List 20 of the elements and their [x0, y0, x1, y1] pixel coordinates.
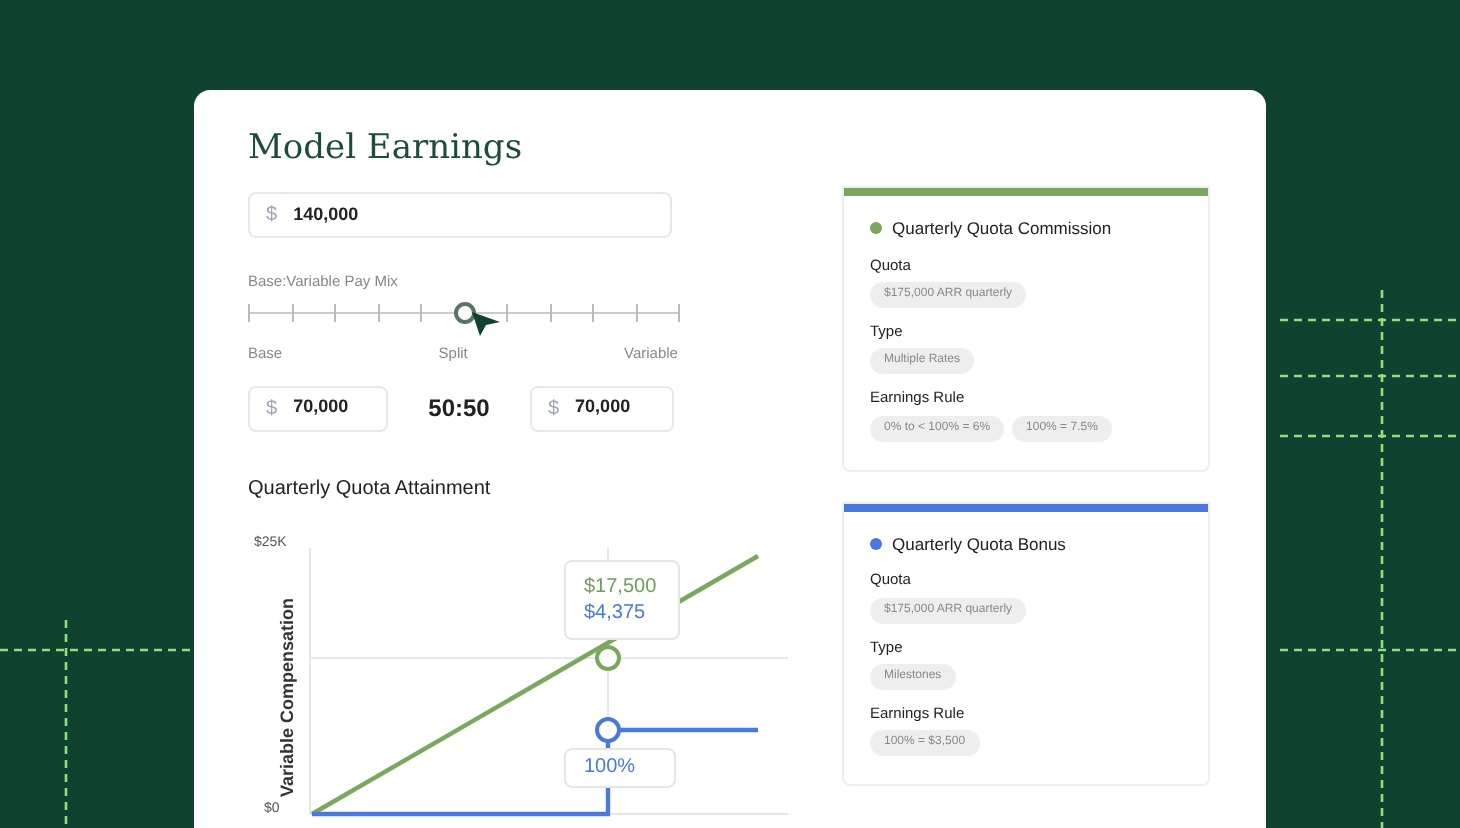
amount-value: 70,000 [293, 394, 349, 421]
y-axis-label: Variable Compensation [274, 594, 299, 801]
amount-value: 140,000 [293, 201, 359, 228]
currency-symbol: $ [547, 395, 560, 423]
tooltip-value: $4,375 [584, 599, 648, 625]
attainment-value: 100% [584, 754, 636, 782]
currency-symbol: $ [266, 395, 278, 423]
cursor-icon [469, 310, 501, 339]
plan-title: Quarterly Quota Commission [892, 216, 1112, 242]
amount-value: 70,000 [575, 394, 631, 421]
plan-title: Quarterly Quota Bonus [892, 531, 1066, 557]
amount-field[interactable]: $ 70,000 [248, 385, 388, 431]
currency-symbol: $ [266, 202, 278, 230]
chart-title: Quarterly Quota Attainment [248, 475, 493, 503]
slider-thumb[interactable] [453, 302, 475, 325]
amount-field[interactable]: $ 140,000 [248, 192, 672, 238]
tooltip-value: $17,500 [584, 573, 659, 599]
split-ratio: 50:50 [428, 392, 490, 426]
amount-field[interactable]: $ 70,000 [529, 385, 674, 431]
page-title: Model Earnings [248, 126, 525, 170]
